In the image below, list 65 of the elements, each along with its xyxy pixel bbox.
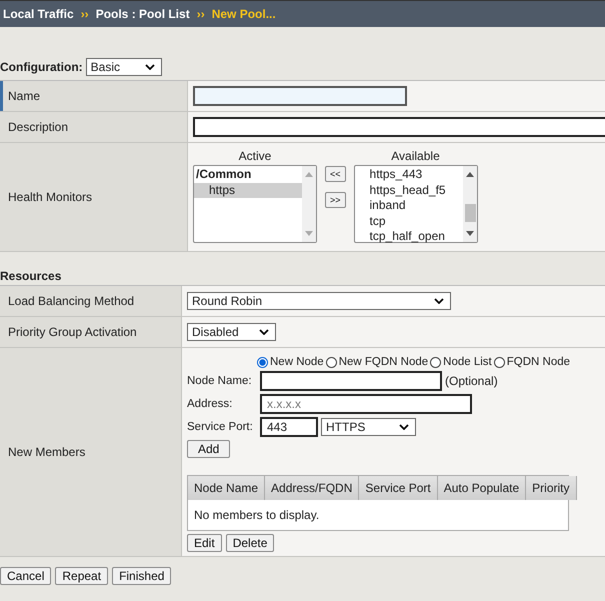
configuration-select[interactable]: Basic bbox=[86, 58, 162, 76]
column-header: Address/FQDN bbox=[265, 476, 360, 500]
radio-button[interactable] bbox=[326, 356, 337, 368]
empty-message: No members to display. bbox=[194, 508, 320, 522]
radio-option[interactable]: New Node bbox=[257, 356, 324, 368]
breadcrumb-link[interactable]: Pools : Pool List bbox=[96, 7, 190, 21]
column-header: Service Port bbox=[359, 476, 438, 500]
chevron-down-icon bbox=[399, 424, 409, 430]
breadcrumb-current: New Pool... bbox=[212, 7, 276, 21]
field-label: Priority Group Activation bbox=[0, 317, 182, 347]
column-header: Priority bbox=[526, 476, 576, 500]
radio-button[interactable] bbox=[494, 356, 505, 368]
field-label: Service Port: bbox=[187, 421, 254, 433]
move-button[interactable]: << bbox=[325, 166, 346, 182]
list-item[interactable]: https_443 bbox=[354, 167, 463, 182]
scrollbar[interactable] bbox=[302, 166, 316, 242]
service-port-field[interactable]: 443 bbox=[260, 417, 318, 437]
active-listbox[interactable]: /Common https bbox=[193, 165, 317, 243]
chevron-down-icon bbox=[434, 298, 444, 304]
field-label: Name bbox=[0, 81, 188, 111]
list-item[interactable]: inband bbox=[354, 198, 463, 214]
list-item[interactable]: https_head_f5 bbox=[354, 182, 463, 198]
form-button[interactable]: Finished bbox=[112, 567, 172, 585]
move-button[interactable]: >> bbox=[325, 192, 346, 208]
node-name-field[interactable] bbox=[260, 371, 442, 391]
load-balancing-select[interactable]: Round Robin bbox=[187, 292, 451, 310]
hint-text: (Optional) bbox=[445, 374, 498, 388]
list-title: Available bbox=[391, 149, 440, 163]
radio-option[interactable]: New FQDN Node bbox=[326, 356, 428, 368]
list-item[interactable]: https bbox=[194, 182, 302, 198]
field-label: Load Balancing Method bbox=[0, 286, 182, 316]
form-button[interactable]: Cancel bbox=[0, 567, 52, 585]
form-button[interactable]: Repeat bbox=[55, 567, 108, 585]
chevron-down-icon bbox=[144, 64, 155, 70]
field-label: Node Name: bbox=[187, 375, 253, 387]
add-button[interactable]: Add bbox=[187, 440, 230, 458]
priority-group-select[interactable]: Disabled bbox=[187, 323, 276, 341]
chevron-down-icon bbox=[259, 329, 269, 335]
text-field[interactable] bbox=[193, 86, 407, 106]
list-item[interactable]: tcp_half_open bbox=[354, 229, 463, 244]
text-field[interactable] bbox=[193, 117, 605, 137]
list-item[interactable]: /Common bbox=[194, 167, 302, 182]
radio-button[interactable] bbox=[257, 356, 268, 368]
radio-option[interactable]: Node List bbox=[430, 356, 492, 368]
breadcrumb-link[interactable]: Local Traffic bbox=[3, 7, 74, 21]
field-label: Description bbox=[0, 112, 188, 142]
table-action-button[interactable]: Delete bbox=[226, 534, 274, 552]
column-header: Auto Populate bbox=[438, 476, 526, 500]
column-header: Node Name bbox=[188, 476, 266, 500]
radio-option[interactable]: FQDN Node bbox=[494, 356, 570, 368]
list-item[interactable]: tcp bbox=[354, 214, 463, 229]
address-field[interactable]: x.x.x.x bbox=[260, 394, 472, 414]
table-action-button[interactable]: Edit bbox=[187, 534, 222, 552]
field-label: Health Monitors bbox=[0, 143, 188, 251]
configuration-label: Configuration: bbox=[0, 60, 83, 74]
breadcrumb-separator: ›› bbox=[196, 7, 205, 21]
field-label: Address: bbox=[187, 398, 234, 410]
field-label: New Members bbox=[0, 348, 182, 556]
radio-button[interactable] bbox=[430, 356, 442, 368]
scrollbar[interactable] bbox=[462, 166, 477, 242]
breadcrumb-separator: ›› bbox=[80, 7, 89, 21]
section-title: Resources bbox=[0, 269, 62, 283]
service-select[interactable]: HTTPS bbox=[321, 418, 416, 436]
available-listbox[interactable]: https_443 https_head_f5 inband tcp tcp_half_open bbox=[354, 165, 478, 243]
list-title: Active bbox=[238, 149, 272, 163]
